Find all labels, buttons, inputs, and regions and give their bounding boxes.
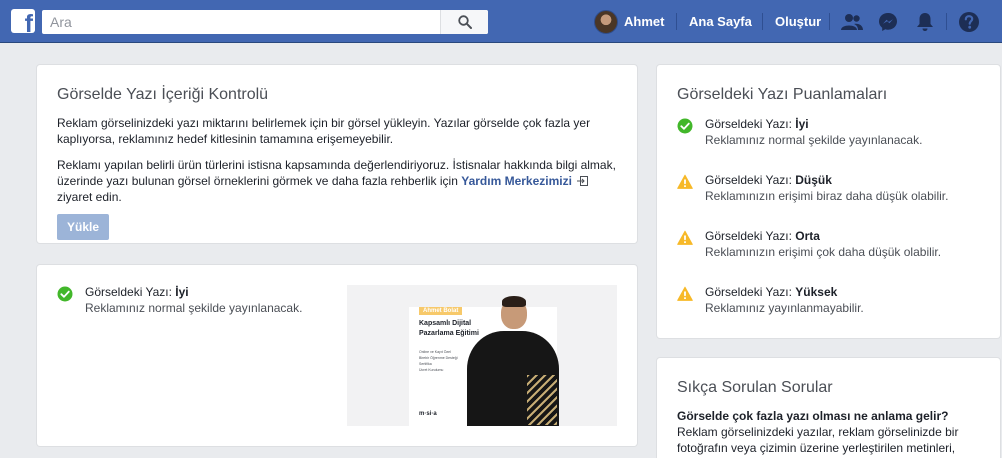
rating-title: Görseldeki Yazı: Orta: [705, 228, 987, 244]
rating-label: Görseldeki Yazı:: [705, 229, 796, 243]
home-link[interactable]: Ana Sayfa: [689, 0, 752, 43]
rating-value: Düşük: [795, 173, 832, 187]
nav-divider: [946, 13, 947, 30]
warning-triangle-icon: [677, 230, 693, 245]
rating-item-low: Görseldeki Yazı: Düşük Reklamınızın eriş…: [677, 172, 987, 204]
promo-title-line: Kapsamlı Dijital: [419, 320, 472, 327]
rating-item-medium: Görseldeki Yazı: Orta Reklamınızın erişi…: [677, 228, 987, 260]
messenger-icon: [879, 13, 897, 31]
rating-value: Yüksek: [795, 285, 838, 299]
nav-divider: [829, 13, 830, 30]
warning-triangle-icon: [677, 286, 693, 301]
result-label: Görseldeki Yazı:: [85, 285, 176, 299]
rating-description: Reklamınız normal şekilde yayınlanacak.: [705, 133, 923, 147]
search-box: [42, 10, 488, 34]
warning-triangle-icon: [677, 174, 693, 189]
search-input[interactable]: [42, 10, 440, 34]
exceptions-paragraph: Reklamı yapılan belirli ürün türlerini i…: [57, 157, 619, 205]
exceptions-text-end: ziyaret edin.: [57, 190, 122, 204]
promo-tag: Ahmet Bolat: [419, 307, 463, 315]
friend-requests-button[interactable]: [840, 10, 864, 34]
person-hair: [502, 296, 526, 307]
rating-value: Orta: [795, 229, 820, 243]
result-status: Görseldeki Yazı: İyi Reklamınız normal ş…: [57, 284, 327, 316]
friends-icon: [841, 14, 863, 30]
ratings-title: Görseldeki Yazı Puanlamaları: [677, 86, 888, 103]
card-title: Görselde Yazı İçeriği Kontrolü: [57, 86, 269, 103]
profile-name: Ahmet: [624, 14, 665, 29]
top-navigation-bar: f Ahmet Ana Sayfa Oluştur: [0, 0, 1002, 43]
check-circle-icon: [677, 118, 693, 134]
search-icon: [457, 15, 472, 29]
faq-question: Görselde çok fazla yazı olması ne anlama…: [677, 409, 949, 423]
rating-item-high: Görseldeki Yazı: Yüksek Reklamınız yayın…: [677, 284, 987, 316]
profile-link[interactable]: Ahmet: [594, 0, 664, 43]
rating-label: Görseldeki Yazı:: [705, 117, 796, 131]
rating-title: Görseldeki Yazı: Düşük: [705, 172, 987, 188]
rating-description: Reklamınızın erişimi çok daha düşük olab…: [705, 245, 942, 259]
rating-label: Görseldeki Yazı:: [705, 173, 796, 187]
avatar: [594, 9, 618, 34]
check-circle-icon: [57, 286, 73, 302]
faq-title: Sıkça Sorulan Sorular: [677, 379, 833, 396]
rating-value: İyi: [795, 117, 809, 131]
upload-button[interactable]: Yükle: [57, 214, 110, 240]
intro-paragraph: Reklam görselinizdeki yazı miktarını bel…: [57, 116, 591, 146]
rating-title: Görseldeki Yazı: Yüksek: [705, 284, 987, 300]
external-link-icon: [577, 176, 589, 186]
promo-list: Online ve Kayıt Özel Birebir Öğrenme Des…: [419, 349, 458, 373]
uploaded-image-preview: Ahmet Bolat Kapsamlı Dijital Pazarlama E…: [347, 285, 617, 426]
rating-title: Görseldeki Yazı: İyi: [705, 116, 987, 132]
result-title: Görseldeki Yazı: İyi: [85, 284, 327, 300]
home-label: Ana Sayfa: [689, 14, 752, 29]
help-center-link[interactable]: Yardım Merkezimizi: [461, 174, 572, 188]
rating-item-good: Görseldeki Yazı: İyi Reklamınız normal ş…: [677, 116, 987, 148]
search-button[interactable]: [440, 10, 488, 34]
faq-answer: Reklam görselinizdeki yazılar, reklam gö…: [677, 425, 959, 455]
faq-card: Sıkça Sorulan Sorular Görselde çok fazla…: [657, 358, 1000, 458]
create-label: Oluştur: [775, 14, 822, 29]
nav-divider: [676, 13, 677, 30]
facebook-logo-icon[interactable]: f: [11, 9, 35, 33]
ratings-card: Görseldeki Yazı Puanlamaları Görseldeki …: [657, 65, 1000, 338]
help-button[interactable]: [957, 10, 981, 34]
messenger-button[interactable]: [876, 10, 900, 34]
promo-title: Kapsamlı Dijital Pazarlama Eğitimi: [419, 319, 489, 339]
rating-description: Reklamınızın erişimi biraz daha düşük ol…: [705, 189, 949, 203]
bell-icon: [917, 13, 933, 31]
create-link[interactable]: Oluştur: [775, 0, 821, 43]
promo-list-item: Ücret Kurulumu: [419, 368, 444, 372]
promo-title-line: Pazarlama Eğitimi: [419, 330, 479, 337]
nav-divider: [762, 13, 763, 30]
result-card: Görseldeki Yazı: İyi Reklamınız normal ş…: [37, 265, 637, 446]
result-rating: İyi: [175, 285, 189, 299]
rating-label: Görseldeki Yazı:: [705, 285, 796, 299]
help-icon: [959, 12, 979, 32]
promo-logo: m·si·a: [419, 411, 437, 417]
rating-description: Reklamınız yayınlanmayabilir.: [705, 301, 864, 315]
notifications-button[interactable]: [913, 10, 937, 34]
promo-decoration: [527, 375, 557, 425]
result-description: Reklamınız normal şekilde yayınlanacak.: [85, 301, 303, 315]
text-check-card: Görselde Yazı İçeriği Kontrolü Reklam gö…: [37, 65, 637, 243]
